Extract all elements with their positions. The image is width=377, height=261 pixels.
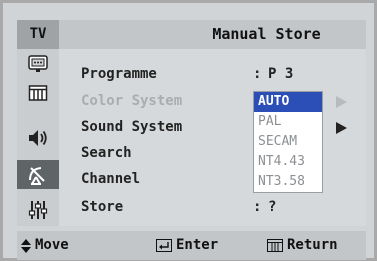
menu-row-colon: : [253,199,262,215]
right-arrow-icon [336,96,347,108]
move-hint: Move [21,231,69,260]
move-label: Move [35,237,69,253]
menu-row-label: Programme [81,66,157,82]
menu-panel: Programme : P 3 Color System : Sound Sys… [59,49,366,226]
store-value: ? [268,199,277,215]
dropdown-option-pal[interactable]: PAL [254,112,322,132]
title-bar: TV Manual Store [17,20,366,49]
setup-sliders-icon[interactable] [17,195,59,224]
sidebar [17,49,59,226]
enter-icon [156,239,172,252]
dropdown-option-nt358[interactable]: NT3.58 [254,172,322,192]
menu-row-label: Sound System [81,119,183,135]
dropdown-option-auto[interactable]: AUTO [254,92,322,112]
dropdown-option-nt443[interactable]: NT4.43 [254,152,322,172]
sound-icon[interactable] [17,78,59,107]
enter-hint: Enter [156,231,218,260]
return-hint: Return [267,231,338,260]
right-arrow-icon[interactable] [336,122,347,134]
menu-return-icon [267,239,283,252]
tv-tab[interactable]: TV [17,20,59,49]
picture-icon[interactable] [17,49,59,78]
return-label: Return [287,237,338,253]
channel-antenna-icon[interactable] [17,160,59,189]
dropdown-option-secam[interactable]: SECAM [254,132,322,152]
menu-row-label: Store [81,199,124,215]
enter-label: Enter [176,237,219,253]
tv-osd-screen: TV Manual Store Programme: P 3 Color Sy… [0,0,377,261]
programme-value: P 3 [268,66,294,82]
menu-row-label: Channel [81,171,141,187]
menu-row-label: Search [81,145,132,161]
menu-row-label: Color System [81,93,183,109]
status-bar: Move Enter Return [17,231,366,260]
up-down-arrows-icon [21,238,31,253]
menu-row-colon: : [253,66,262,82]
page-title: Manual Store [212,25,321,43]
color-system-dropdown[interactable]: AUTO PAL SECAM NT4.43 NT3.58 [253,91,323,193]
speaker-icon[interactable] [17,123,59,152]
